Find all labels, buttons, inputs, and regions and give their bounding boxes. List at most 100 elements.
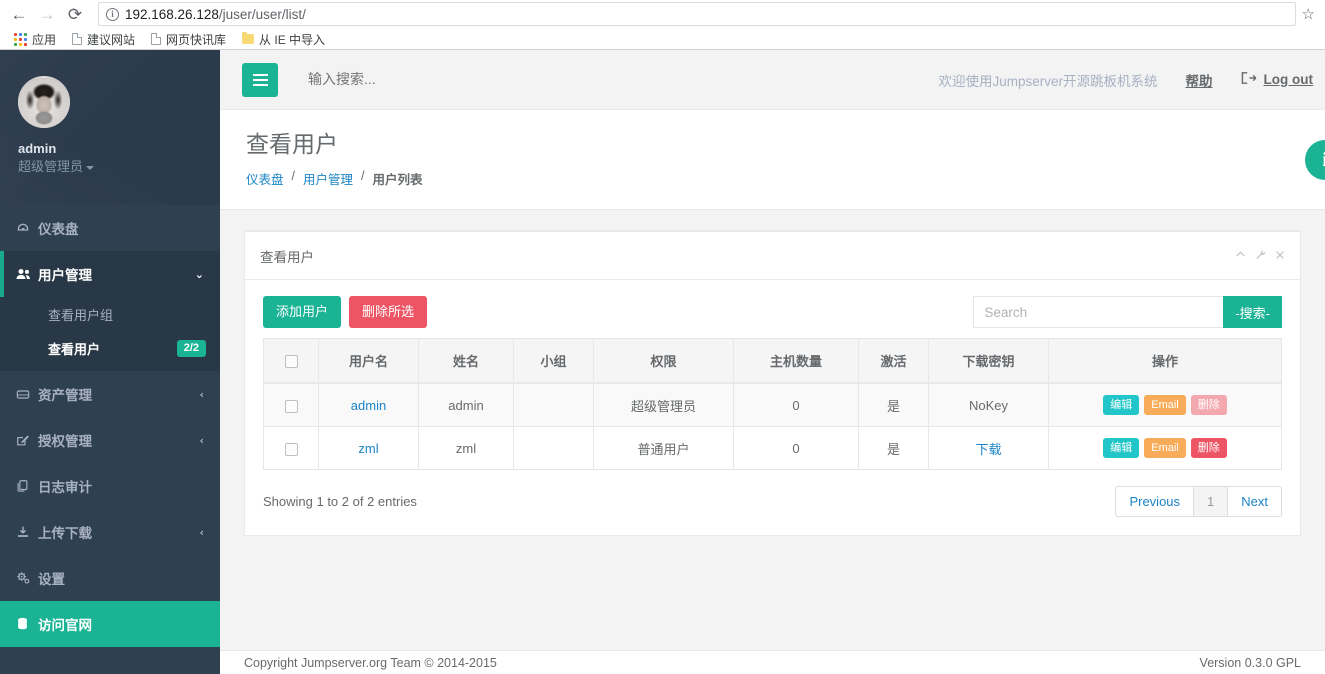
sidebar-item-view-users[interactable]: 查看用户 2/2 <box>0 331 220 365</box>
sidebar-item-upload-download[interactable]: 上传下载 ‹ <box>0 509 220 555</box>
profile-role[interactable]: 超级管理员 <box>18 157 202 177</box>
table-search: -搜索- <box>973 296 1282 328</box>
delete-button[interactable]: 删除 <box>1190 438 1227 459</box>
sidebar-badge-count: 2/2 <box>176 339 206 357</box>
breadcrumb-link[interactable]: 用户管理 <box>303 173 353 187</box>
edit-button[interactable]: 编辑 <box>1103 395 1140 416</box>
chevron-left-icon: ‹ <box>199 387 204 401</box>
bookmark-label: 建议网站 <box>87 32 136 47</box>
top-search[interactable] <box>308 70 938 89</box>
username-link[interactable]: admin <box>351 398 386 413</box>
site-info-icon[interactable]: i <box>106 7 119 21</box>
row-select-cell[interactable] <box>263 382 319 428</box>
hamburger-icon[interactable] <box>242 62 278 97</box>
column-download-key[interactable]: 下载密钥 <box>928 338 1049 385</box>
bookmark-star-icon[interactable]: ☆ <box>1302 5 1319 23</box>
select-all-checkbox[interactable] <box>284 355 298 369</box>
user-table: 用户名 姓名 小组 权限 主机数量 激活 下载密钥 操作 admin admin… <box>263 338 1282 471</box>
pagination-page-1[interactable]: 1 <box>1193 486 1229 518</box>
chevron-up-icon[interactable] <box>1235 248 1246 263</box>
breadcrumb-separator: / <box>291 169 295 183</box>
sidebar-item-settings[interactable]: 设置 <box>0 555 220 601</box>
bookmark-suggested-sites[interactable]: 建议网站 <box>66 29 141 50</box>
column-active[interactable]: 激活 <box>858 338 929 385</box>
search-input[interactable] <box>308 70 608 87</box>
cell-name: admin <box>418 382 514 428</box>
cell-username[interactable]: zml <box>318 426 419 471</box>
column-group[interactable]: 小组 <box>513 338 594 385</box>
logout-link[interactable]: Log out <box>1241 71 1313 88</box>
close-icon[interactable] <box>1275 248 1285 263</box>
table-search-input[interactable] <box>973 296 1224 328</box>
column-select-all[interactable] <box>263 338 319 385</box>
sidebar-item-user-management[interactable]: 用户管理 ⌄ <box>0 251 220 297</box>
sidebar-item-dashboard[interactable]: 仪表盘 <box>0 205 220 251</box>
sidebar-item-log-audit[interactable]: 日志审计 <box>0 463 220 509</box>
sidebar-item-official-website[interactable]: 访问官网 <box>0 601 220 647</box>
cell-username[interactable]: admin <box>318 382 419 428</box>
sidebar-bottom-fill <box>0 650 220 674</box>
reload-button[interactable]: ⟳ <box>62 1 88 27</box>
wrench-icon[interactable] <box>1255 248 1266 263</box>
top-navbar-right: 欢迎使用Jumpserver开源跳板机系统 帮助 Log out <box>938 70 1325 90</box>
url-host: 192.168.26.128 <box>125 6 219 22</box>
username-link[interactable]: zml <box>358 441 378 456</box>
breadcrumb-separator: / <box>361 169 365 183</box>
cell-download-key[interactable]: 下载 <box>928 426 1049 471</box>
pagination-next[interactable]: Next <box>1227 486 1282 518</box>
table-row[interactable]: admin admin 超级管理员 0 是 NoKey 编辑 Email 删除 <box>263 382 1282 428</box>
forward-button[interactable]: → <box>34 1 60 27</box>
sidebar-subnav-user-management: 查看用户组 查看用户 2/2 <box>0 297 220 371</box>
cell-actions: 编辑 Email 删除 <box>1048 426 1282 471</box>
bookmark-imported-from-ie[interactable]: 从 IE 中导入 <box>236 29 331 50</box>
row-checkbox[interactable] <box>284 442 298 456</box>
breadcrumb-item-dashboard[interactable]: 仪表盘 <box>246 169 284 188</box>
sidebar-profile[interactable]: admin 超级管理员 <box>0 50 220 205</box>
edit-button[interactable]: 编辑 <box>1103 438 1140 459</box>
add-user-button[interactable]: 添加用户 <box>263 296 342 329</box>
bookmark-apps[interactable]: 应用 <box>8 29 62 50</box>
database-icon <box>16 617 38 631</box>
row-select-cell[interactable] <box>263 426 319 471</box>
sidebar-item-label: 仪表盘 <box>38 222 79 237</box>
column-host-count[interactable]: 主机数量 <box>733 338 859 385</box>
table-search-button[interactable]: -搜索- <box>1223 296 1282 328</box>
sidebar-subitem-label: 查看用户 <box>48 341 101 357</box>
email-button[interactable]: Email <box>1144 395 1186 416</box>
back-button[interactable]: ← <box>6 1 32 27</box>
files-icon <box>16 479 38 493</box>
avatar[interactable] <box>18 76 70 128</box>
column-username[interactable]: 用户名 <box>318 338 419 385</box>
main-content: 查看用户 添加用户 删除所选 -搜索- <box>220 210 1325 650</box>
table-toolbar: 添加用户 删除所选 -搜索- <box>263 296 1282 329</box>
sidebar-item-asset-management[interactable]: 资产管理 ‹ <box>0 371 220 417</box>
download-key-link[interactable]: 下载 <box>975 442 1001 457</box>
breadcrumb-item-user-management[interactable]: 用户管理 <box>303 169 353 188</box>
table-row[interactable]: zml zml 普通用户 0 是 下载 编辑 Email 删除 <box>263 426 1282 471</box>
column-name[interactable]: 姓名 <box>418 338 514 385</box>
breadcrumb-link[interactable]: 仪表盘 <box>246 173 284 187</box>
delete-button[interactable]: 删除 <box>1190 395 1227 416</box>
page-header: 查看用户 仪表盘 / 用户管理 / 用户列表 <box>220 110 1325 210</box>
pagination-previous[interactable]: Previous <box>1115 486 1195 518</box>
help-link[interactable]: 帮助 <box>1186 70 1213 90</box>
address-bar[interactable]: i 192.168.26.128/juser/user/list/ <box>98 2 1296 26</box>
row-checkbox[interactable] <box>284 399 298 413</box>
sign-out-icon <box>1241 71 1257 88</box>
page-icon <box>72 33 83 45</box>
cell-actions: 编辑 Email 删除 <box>1048 382 1282 428</box>
email-button[interactable]: Email <box>1144 438 1186 459</box>
pagination: Previous 1 Next <box>1115 486 1282 518</box>
sidebar-item-label: 访问官网 <box>38 618 92 633</box>
breadcrumb-item-user-list: 用户列表 <box>372 173 423 187</box>
sidebar-item-permission-management[interactable]: 授权管理 ‹ <box>0 417 220 463</box>
column-role[interactable]: 权限 <box>593 338 734 385</box>
gears-icon <box>16 571 38 585</box>
browser-toolbar: ← → ⟳ i 192.168.26.128/juser/user/list/ … <box>0 0 1325 28</box>
column-actions[interactable]: 操作 <box>1048 338 1282 385</box>
chevron-down-icon <box>86 165 95 170</box>
welcome-message: 欢迎使用Jumpserver开源跳板机系统 <box>938 73 1158 89</box>
bookmark-web-feed[interactable]: 网页快讯库 <box>145 29 232 50</box>
sidebar-item-user-groups[interactable]: 查看用户组 <box>0 297 220 331</box>
delete-selected-button[interactable]: 删除所选 <box>349 296 428 329</box>
